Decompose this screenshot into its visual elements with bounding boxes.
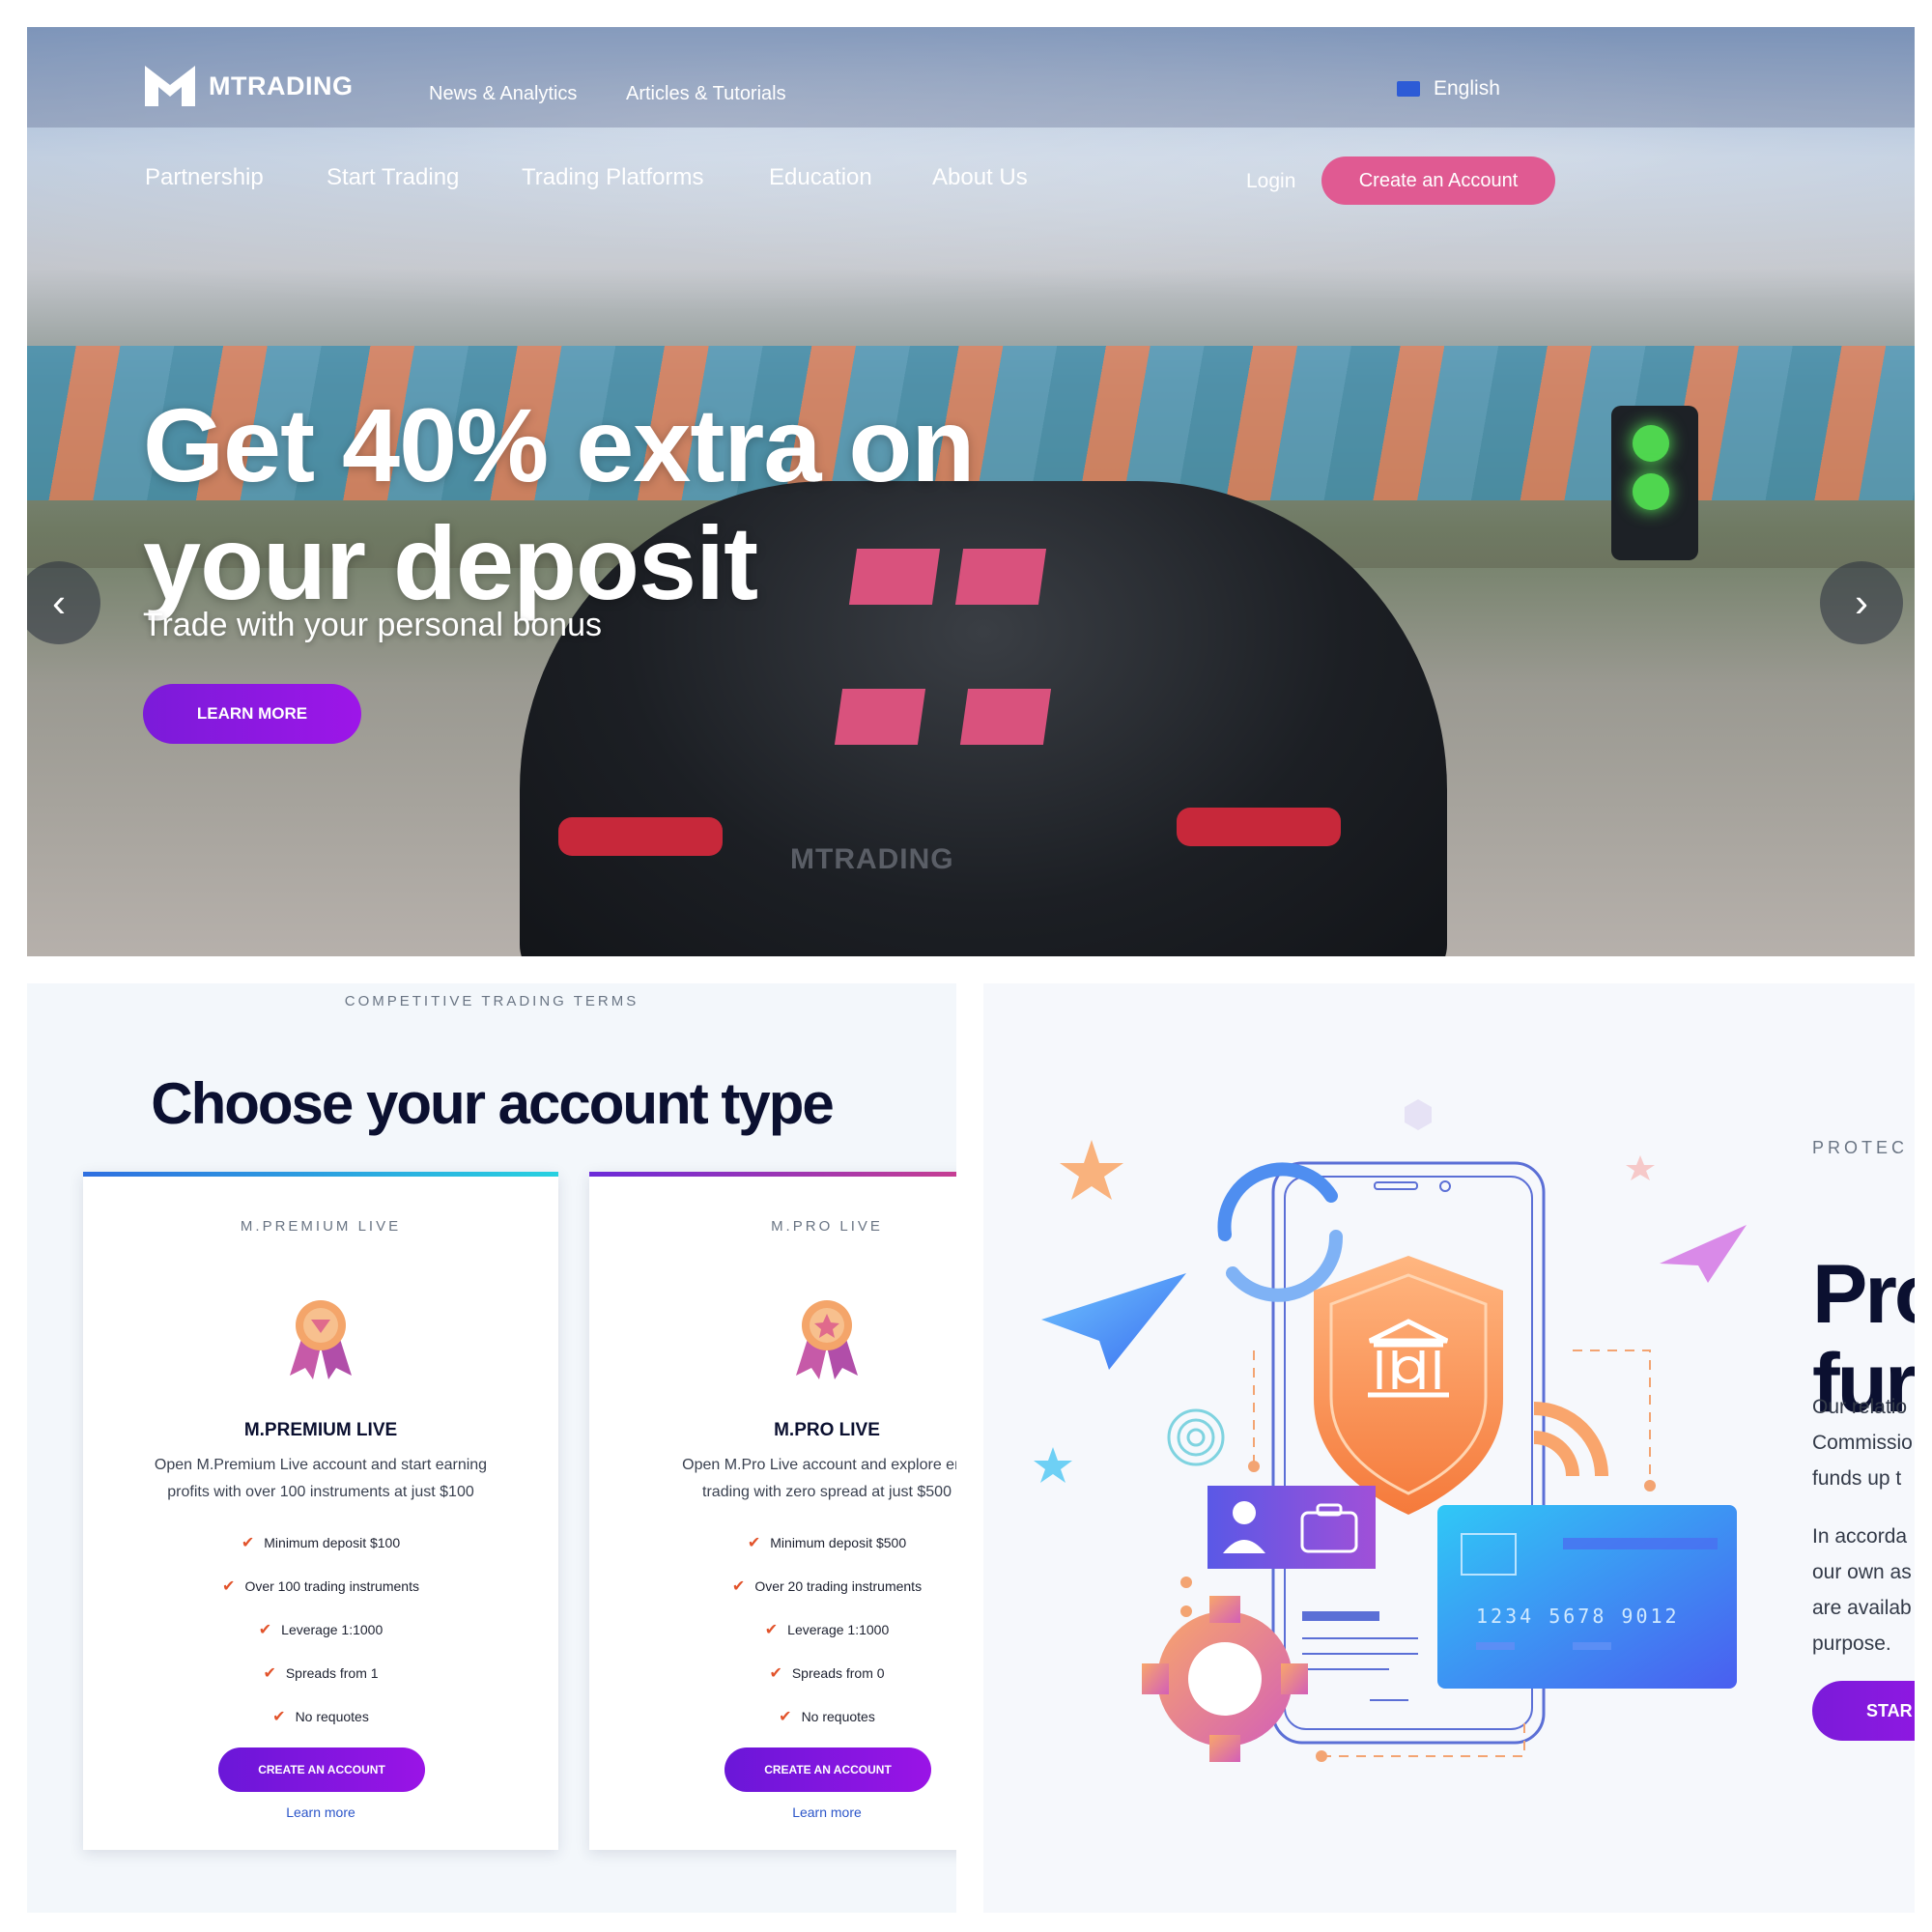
account-types-section: COMPETITIVE TRADING TERMS Choose your ac… — [27, 983, 956, 1913]
medal-icon — [290, 1300, 352, 1379]
learn-more-button[interactable]: LEARN MORE — [143, 684, 361, 744]
card-number: 1234 5678 9012 — [1476, 1605, 1680, 1628]
security-illustration: 1234 5678 9012 — [1034, 1099, 1747, 1762]
nav-news-analytics[interactable]: News & Analytics — [429, 83, 577, 105]
card-accent-bar — [589, 1172, 956, 1177]
star-icon — [1034, 1447, 1072, 1483]
flag-icon — [1397, 81, 1420, 97]
credit-card-icon — [1437, 1505, 1737, 1689]
nav-about-us[interactable]: About Us — [932, 164, 1028, 191]
check-icon: ✔ — [769, 1665, 782, 1682]
check-icon: ✔ — [747, 1535, 761, 1551]
card-description-line: Open M.Premium Live account and start ea… — [154, 1457, 488, 1473]
card-description: Open M.Pro Live account and explore enh … — [628, 1452, 956, 1506]
check-icon: ✔ — [779, 1709, 792, 1725]
hero-title-line1: Get 40% extra on — [143, 386, 975, 504]
fund-protection-section: 1234 5678 9012 PROTEC Pro fur Our relati… — [983, 983, 1915, 1913]
feature-item: ✔ No requotes — [779, 1709, 875, 1725]
hero-title-line2: your deposit — [143, 504, 758, 622]
feature-item: ✔ Leverage 1:1000 — [258, 1622, 384, 1638]
paper-plane-icon — [1660, 1225, 1747, 1283]
card-name: M.PREMIUM LIVE — [243, 1420, 398, 1440]
card-eyebrow: M.PRO LIVE — [771, 1218, 883, 1235]
learn-more-premium-link[interactable]: Learn more — [83, 1804, 558, 1820]
language-label: English — [1434, 77, 1500, 99]
card-eyebrow: M.PREMIUM LIVE — [240, 1218, 402, 1235]
star-icon — [1060, 1140, 1123, 1200]
start-button[interactable]: STAR — [1812, 1681, 1915, 1741]
create-account-pro-button[interactable]: CREATE AN ACCOUNT — [724, 1747, 931, 1792]
learn-more-pro-link[interactable]: Learn more — [589, 1804, 956, 1820]
paper-plane-icon — [1041, 1273, 1186, 1370]
protect-paragraph: In accorda our own as are availab purpos… — [1812, 1519, 1912, 1662]
check-icon: ✔ — [258, 1622, 272, 1638]
card-description-line: profits with over 100 instruments at jus… — [167, 1484, 474, 1500]
user-icon — [1233, 1501, 1256, 1524]
protect-text-line: purpose. — [1812, 1633, 1891, 1655]
protect-text-line: are availab — [1812, 1597, 1912, 1619]
feature-item: ✔ Leverage 1:1000 — [764, 1622, 890, 1638]
car-stripe — [834, 689, 926, 745]
check-icon: ✔ — [241, 1535, 255, 1551]
section-title: Choose your account type — [151, 1070, 834, 1136]
protect-text-line: Commissio — [1812, 1432, 1913, 1454]
feature-item: ✔ Spreads from 1 — [263, 1665, 379, 1682]
check-icon: ✔ — [222, 1578, 236, 1595]
protect-text-line: funds up t — [1812, 1467, 1902, 1490]
car-logo-text: MTRADING — [790, 843, 954, 875]
feature-item: ✔ Minimum deposit $100 — [241, 1535, 401, 1551]
card-name: M.PRO LIVE — [774, 1420, 880, 1440]
shield-icon — [1314, 1256, 1503, 1515]
account-card-premium: M.PREMIUM LIVE M.PREMIUM LIVE Open M.Pre… — [83, 1172, 558, 1850]
target-decor — [1167, 1408, 1225, 1466]
check-icon: ✔ — [263, 1665, 276, 1682]
hero-banner: MTRADING MTRADING News & Analytics Artic… — [27, 27, 1915, 956]
feature-item: ✔ Spreads from 0 — [769, 1665, 885, 1682]
protect-paragraph: Our relatio Commissio funds up t — [1812, 1389, 1913, 1496]
nav-education[interactable]: Education — [769, 164, 872, 191]
user-briefcase-badge — [1208, 1486, 1376, 1569]
section-eyebrow: COMPETITIVE TRADING TERMS — [344, 993, 639, 1009]
traffic-light-green-top — [1633, 425, 1669, 462]
carousel-next-arrow-icon[interactable]: › — [1820, 561, 1903, 644]
star-icon — [1626, 1155, 1655, 1180]
feature-item: ✔ Minimum deposit $500 — [747, 1535, 907, 1551]
nav-trading-platforms[interactable]: Trading Platforms — [522, 164, 704, 191]
hero-title: Get 40% extra on your deposit — [143, 386, 1012, 622]
account-card-pro: M.PRO LIVE M.PRO LIVE Open M.Pro Live ac… — [589, 1172, 956, 1850]
traffic-light — [1611, 406, 1698, 560]
feature-item: ✔ Over 100 trading instruments — [222, 1578, 419, 1595]
card-accent-bar — [83, 1172, 558, 1177]
nav-start-trading[interactable]: Start Trading — [327, 164, 459, 191]
check-icon: ✔ — [764, 1622, 779, 1638]
feature-item: ✔ Over 20 trading instruments — [731, 1578, 923, 1595]
car-tail-light-left — [558, 817, 723, 856]
protect-text-line: our own as — [1812, 1561, 1912, 1583]
protect-text-line: Our relatio — [1812, 1396, 1908, 1418]
feature-item: ✔ No requotes — [272, 1709, 369, 1725]
car-stripe — [959, 689, 1052, 745]
create-account-premium-button[interactable]: CREATE AN ACCOUNT — [218, 1747, 425, 1792]
nav-articles-tutorials[interactable]: Articles & Tutorials — [626, 83, 786, 105]
card-description-line: trading with zero spread at just $500 — [702, 1484, 952, 1500]
car-tail-light-right — [1177, 808, 1341, 846]
brand-logo[interactable]: MTRADING — [143, 64, 353, 108]
protect-text-line: In accorda — [1812, 1525, 1908, 1548]
mtrading-logo-icon — [145, 66, 195, 106]
protect-eyebrow: PROTEC — [1812, 1138, 1909, 1157]
hero-subtitle: Trade with your personal bonus — [143, 607, 603, 643]
nav-partnership[interactable]: Partnership — [145, 164, 264, 191]
medal-icon — [796, 1300, 858, 1379]
language-selector[interactable]: English — [1397, 77, 1500, 100]
traffic-light-green-bottom — [1633, 473, 1669, 510]
card-description-line: Open M.Pro Live account and explore enh — [682, 1457, 956, 1473]
logo-text: MTRADING — [209, 71, 354, 100]
hexagon-decor — [1405, 1099, 1432, 1130]
create-account-button[interactable]: Create an Account — [1321, 156, 1555, 205]
card-description: Open M.Premium Live account and start ea… — [122, 1452, 520, 1506]
check-icon: ✔ — [731, 1578, 746, 1595]
login-link[interactable]: Login — [1246, 170, 1295, 193]
check-icon: ✔ — [272, 1709, 286, 1725]
